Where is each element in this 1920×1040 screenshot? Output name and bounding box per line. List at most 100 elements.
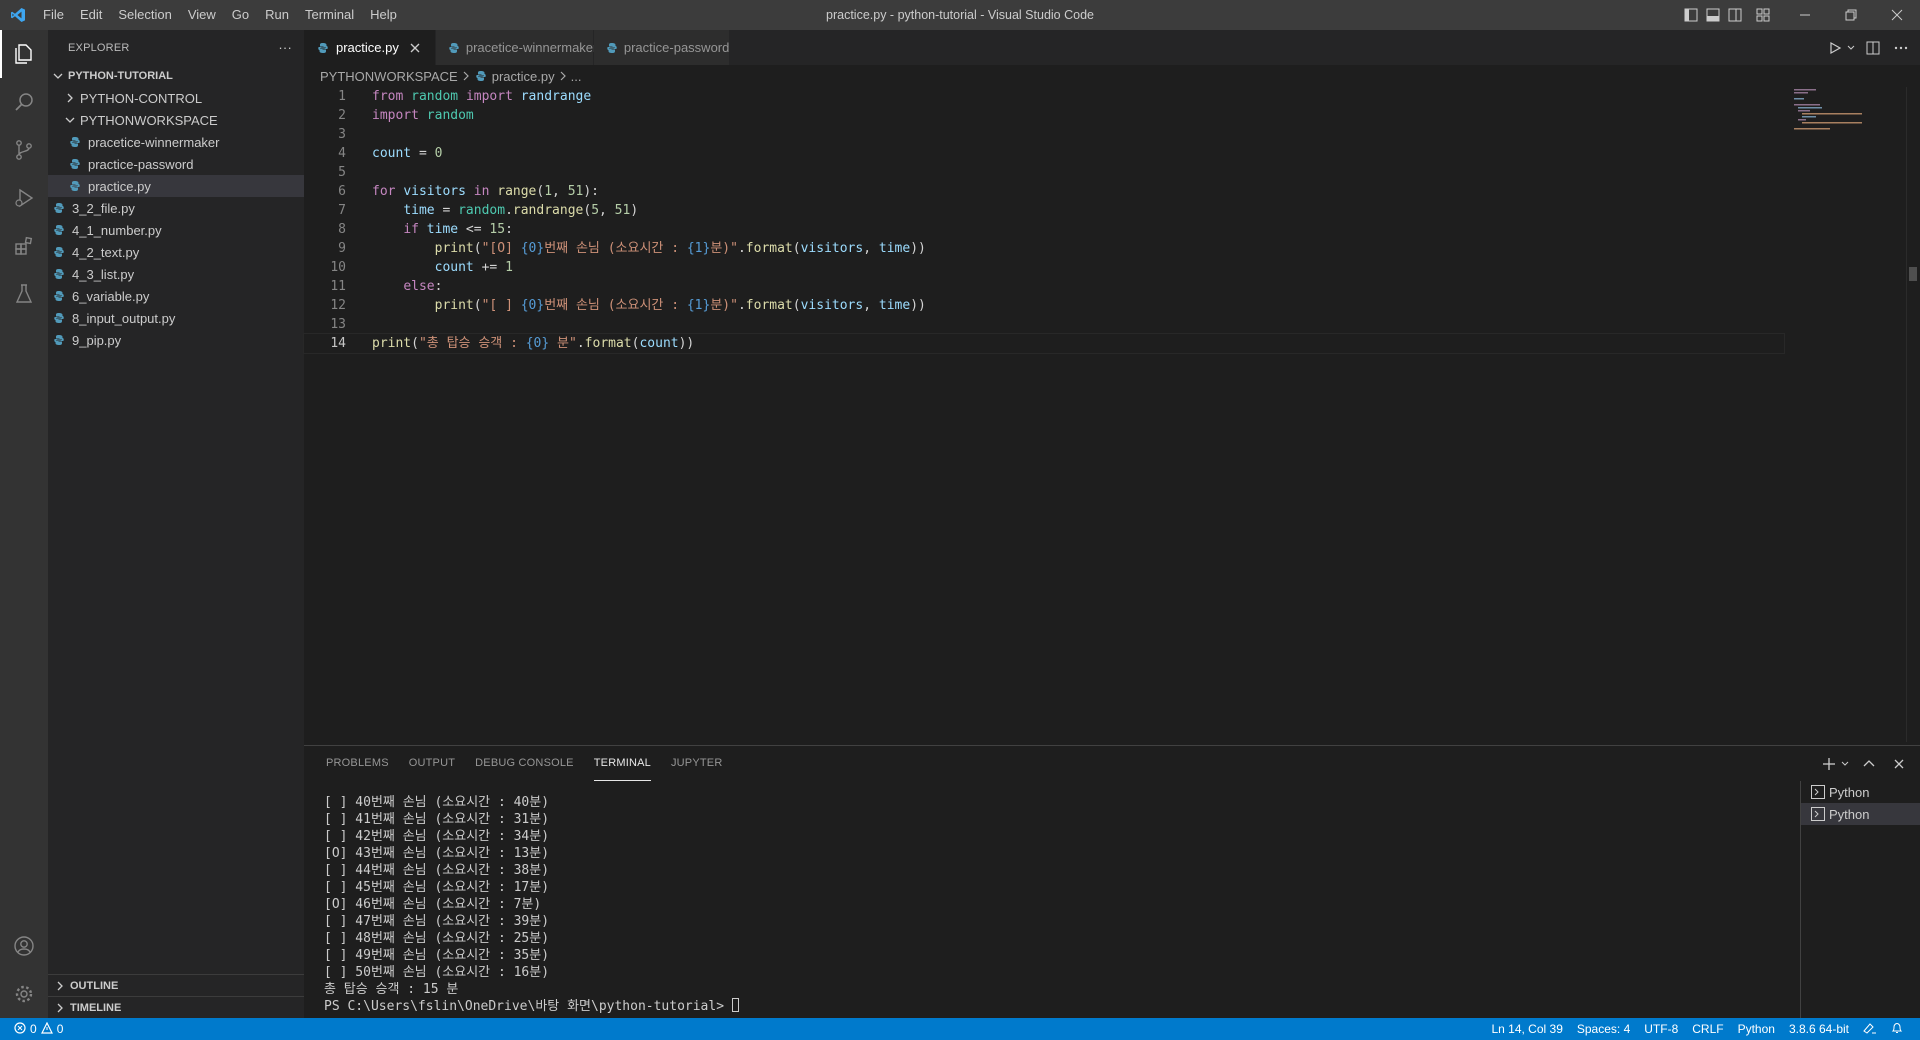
code-line[interactable]: 4 count = 0 [304, 144, 1784, 163]
line-number: 2 [338, 108, 346, 123]
menu-run[interactable]: Run [257, 0, 297, 30]
breadcrumb-file[interactable]: practice.py [492, 69, 555, 84]
line-content: from random import randrange [346, 87, 591, 106]
search-icon[interactable] [0, 78, 48, 126]
minimize-icon[interactable] [1782, 0, 1828, 30]
feedback-icon[interactable] [1856, 1022, 1884, 1037]
folder-item[interactable]: PYTHON-CONTROL [48, 87, 304, 109]
code-line[interactable]: 11 else: [304, 277, 1784, 296]
file-item[interactable]: 9_pip.py [48, 329, 304, 351]
terminal-dropdown-chevron-icon[interactable] [1840, 753, 1850, 775]
file-item[interactable]: 4_2_text.py [48, 241, 304, 263]
settings-gear-icon[interactable] [0, 970, 48, 1018]
close-window-icon[interactable] [1874, 0, 1920, 30]
breadcrumb-folder[interactable]: PYTHONWORKSPACE [320, 69, 458, 84]
code-line[interactable]: 9 print("[O] {0}번째 손님 (소요시간 : {1}분)".for… [304, 239, 1784, 258]
menu-view[interactable]: View [180, 0, 224, 30]
toggle-primary-sidebar-icon[interactable] [1680, 0, 1702, 30]
notifications-bell-icon[interactable] [1884, 1022, 1910, 1037]
cursor-position[interactable]: Ln 14, Col 39 [1484, 1022, 1569, 1036]
editor-tab[interactable]: practice.py [304, 30, 436, 65]
breadcrumb-symbol[interactable]: ... [571, 69, 582, 84]
accounts-icon[interactable] [0, 922, 48, 970]
menu-terminal[interactable]: Terminal [297, 0, 362, 30]
warning-count: 0 [56, 1022, 64, 1036]
file-item[interactable]: pracetice-winnermaker [48, 131, 304, 153]
source-control-icon[interactable] [0, 126, 48, 174]
panel-tab-jupyter[interactable]: JUPYTER [671, 746, 723, 781]
code-token: 번째 손님 (소요시간 : [544, 241, 687, 256]
code-line[interactable]: 13 [304, 315, 1784, 334]
close-tab-icon[interactable] [405, 38, 425, 58]
code-editor[interactable]: 1 from random import randrange 2 import ran… [303, 87, 1785, 742]
toggle-panel-icon[interactable] [1702, 0, 1724, 30]
file-item[interactable]: 4_1_number.py [48, 219, 304, 241]
testing-flask-icon[interactable] [0, 270, 48, 318]
panel-tab-output[interactable]: OUTPUT [409, 746, 455, 781]
file-item[interactable]: 8_input_output.py [48, 307, 304, 329]
code-line[interactable]: 8 if time <= 15: [304, 220, 1784, 239]
file-item[interactable]: 4_3_list.py [48, 263, 304, 285]
python-interpreter[interactable]: 3.8.6 64-bit [1782, 1022, 1856, 1036]
chevron-right-icon [62, 90, 78, 106]
code-line[interactable]: 3 [304, 125, 1784, 144]
toggle-secondary-sidebar-icon[interactable] [1724, 0, 1746, 30]
code-line[interactable]: 14 print("총 탑승 승객 : {0} 분".format(count)) [303, 333, 1785, 354]
terminal-prompt-line[interactable]: PS C:\Users\fslin\OneDrive\바탕 화면\python-… [324, 998, 1504, 1015]
restore-icon[interactable] [1828, 0, 1874, 30]
code-line[interactable]: 1 from random import randrange [304, 87, 1784, 106]
split-editor-icon[interactable] [1862, 37, 1884, 59]
panel-tab-problems[interactable]: PROBLEMS [326, 746, 389, 781]
minimap[interactable] [1790, 87, 1910, 147]
run-dropdown-chevron-icon[interactable] [1846, 37, 1856, 59]
customize-layout-icon[interactable] [1752, 0, 1774, 30]
run-and-debug-icon[interactable] [0, 174, 48, 222]
code-line[interactable]: 6 for visitors in range(1, 51): [304, 182, 1784, 201]
menu-help[interactable]: Help [362, 0, 405, 30]
workspace-root[interactable]: PYTHON-TUTORIAL [48, 65, 304, 87]
file-item[interactable]: 6_variable.py [48, 285, 304, 307]
editor-tab[interactable]: pracetice-winnermaker [435, 30, 597, 65]
file-item[interactable]: 3_2_file.py [48, 197, 304, 219]
more-actions-icon[interactable]: ··· [278, 40, 292, 55]
extensions-icon[interactable] [0, 222, 48, 270]
code-token: 51 [567, 184, 584, 199]
end-of-line[interactable]: CRLF [1685, 1022, 1730, 1036]
maximize-panel-icon[interactable] [1858, 753, 1880, 775]
menu-go[interactable]: Go [224, 0, 257, 30]
menu-edit[interactable]: Edit [72, 0, 110, 30]
close-panel-icon[interactable] [1888, 753, 1910, 775]
code-line[interactable]: 7 time = random.randrange(5, 51) [304, 201, 1784, 220]
code-line[interactable]: 10 count += 1 [304, 258, 1784, 277]
terminal-instance[interactable]: Python [1801, 803, 1920, 825]
panel-tab-debug-console[interactable]: DEBUG CONSOLE [475, 746, 574, 781]
python-file-icon [52, 333, 66, 347]
folder-item[interactable]: PYTHONWORKSPACE [48, 109, 304, 131]
new-terminal-icon[interactable] [1818, 753, 1840, 775]
run-python-file-icon[interactable] [1824, 37, 1846, 59]
editor-more-actions-icon[interactable] [1890, 37, 1912, 59]
menu-file[interactable]: File [35, 0, 72, 30]
panel-tab-terminal[interactable]: TERMINAL [593, 746, 651, 781]
file-item[interactable]: practice-password [48, 153, 304, 175]
editor-tab[interactable]: practice-password [593, 30, 730, 65]
problems-status[interactable]: 0 0 [0, 1021, 64, 1037]
outline-section[interactable]: OUTLINE [48, 974, 304, 996]
language-mode[interactable]: Python [1731, 1022, 1782, 1036]
file-item[interactable]: practice.py [48, 175, 304, 197]
menu-selection[interactable]: Selection [110, 0, 179, 30]
code-line[interactable]: 12 print("[ ] {0}번째 손님 (소요시간 : {1}분)".fo… [304, 296, 1784, 315]
explorer-icon[interactable] [0, 30, 48, 78]
code-token: count [639, 336, 679, 351]
code-line[interactable]: 2 import random [304, 106, 1784, 125]
editor-vertical-scrollbar[interactable] [1906, 87, 1920, 742]
terminal-output[interactable]: [ ] 40번째 손님 (소요시간 : 40분) [ ] 41번째 손님 (소요시… [324, 794, 1504, 1015]
code-line[interactable]: 5 [304, 163, 1784, 182]
encoding[interactable]: UTF-8 [1637, 1022, 1685, 1036]
terminal-instance[interactable]: Python [1801, 781, 1920, 803]
terminal-instance-label: Python [1829, 806, 1870, 822]
line-number: 14 [330, 336, 346, 351]
indentation[interactable]: Spaces: 4 [1570, 1022, 1637, 1036]
timeline-section[interactable]: TIMELINE [48, 996, 304, 1018]
